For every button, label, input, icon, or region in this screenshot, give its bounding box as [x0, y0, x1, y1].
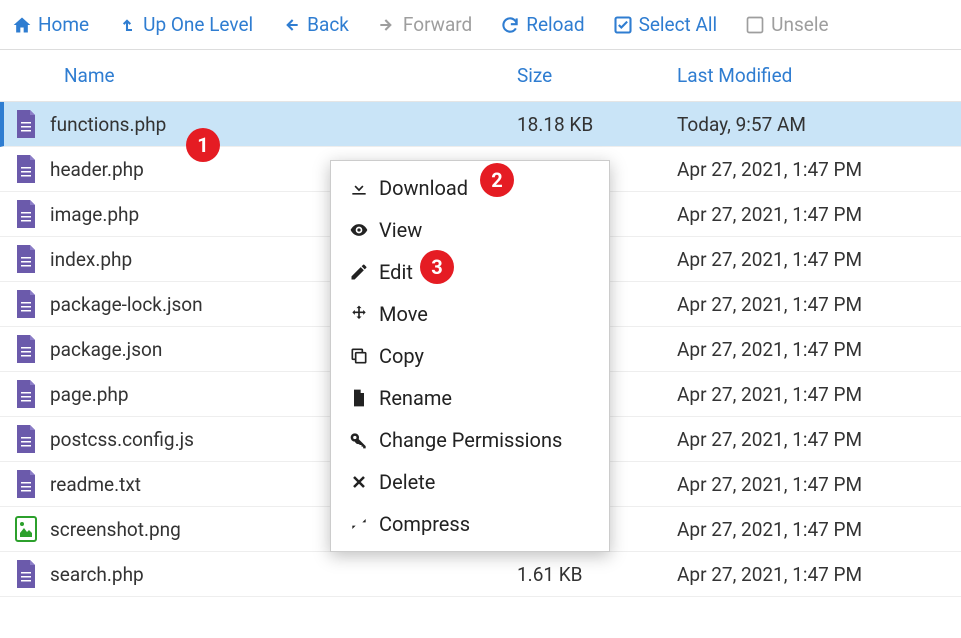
file-row[interactable]: functions.php18.18 KBToday, 9:57 AM [0, 102, 961, 147]
file-modified: Apr 27, 2021, 1:47 PM [677, 248, 947, 271]
context-move[interactable]: Move [331, 293, 609, 335]
column-headers: Name Size Last Modified [0, 50, 961, 102]
document-icon [14, 470, 38, 498]
file-modified: Apr 27, 2021, 1:47 PM [677, 338, 947, 361]
document-icon [14, 155, 38, 183]
file-icon-cell [14, 515, 50, 543]
column-modified[interactable]: Last Modified [677, 64, 947, 87]
download-icon [349, 178, 369, 198]
image-icon [14, 515, 38, 543]
file-icon-cell [14, 155, 50, 183]
context-copy-label: Copy [379, 344, 424, 368]
context-delete[interactable]: Delete [331, 461, 609, 503]
context-edit[interactable]: Edit [331, 251, 609, 293]
document-icon [14, 335, 38, 363]
compress-icon [349, 514, 369, 534]
back-arrow-icon [281, 15, 301, 35]
context-view[interactable]: View [331, 209, 609, 251]
file-modified: Apr 27, 2021, 1:47 PM [677, 518, 947, 541]
file-size: 1.61 KB [517, 563, 677, 586]
file-icon-cell [14, 245, 50, 273]
annotation-badge-2: 2 [480, 163, 514, 197]
unselect-icon [745, 15, 765, 35]
back-label: Back [307, 13, 349, 36]
context-download-label: Download [379, 176, 468, 200]
context-copy[interactable]: Copy [331, 335, 609, 377]
context-permissions-label: Change Permissions [379, 428, 562, 452]
unselect-label: Unsele [771, 13, 828, 36]
file-modified: Apr 27, 2021, 1:47 PM [677, 563, 947, 586]
reload-label: Reload [526, 13, 584, 36]
context-rename[interactable]: Rename [331, 377, 609, 419]
up-label: Up One Level [143, 13, 253, 36]
eye-icon [349, 220, 369, 240]
file-icon-cell [14, 560, 50, 588]
file-name: search.php [50, 563, 517, 586]
context-move-label: Move [379, 302, 428, 326]
context-edit-label: Edit [379, 260, 413, 284]
annotation-badge-1: 1 [186, 128, 220, 162]
home-button[interactable]: Home [12, 13, 89, 36]
select-all-button[interactable]: Select All [613, 13, 718, 36]
file-modified: Apr 27, 2021, 1:47 PM [677, 383, 947, 406]
file-modified: Apr 27, 2021, 1:47 PM [677, 158, 947, 181]
document-icon [14, 425, 38, 453]
move-icon [349, 304, 369, 324]
forward-arrow-icon [377, 15, 397, 35]
document-icon [14, 290, 38, 318]
reload-icon [500, 15, 520, 35]
file-row[interactable]: search.php1.61 KBApr 27, 2021, 1:47 PM [0, 552, 961, 597]
file-name: functions.php [50, 113, 517, 136]
file-icon-cell [14, 290, 50, 318]
toolbar: Home Up One Level Back Forward Reload Se… [0, 0, 961, 50]
unselect-button[interactable]: Unsele [745, 13, 828, 36]
column-name[interactable]: Name [64, 64, 517, 87]
home-icon [12, 15, 32, 35]
x-icon [349, 472, 369, 492]
context-download[interactable]: Download [331, 167, 609, 209]
document-icon [14, 110, 38, 138]
file-modified: Apr 27, 2021, 1:47 PM [677, 203, 947, 226]
context-rename-label: Rename [379, 386, 452, 410]
copy-icon [349, 346, 369, 366]
context-compress[interactable]: Compress [331, 503, 609, 545]
select-all-label: Select All [639, 13, 718, 36]
forward-button: Forward [377, 13, 472, 36]
context-delete-label: Delete [379, 470, 435, 494]
home-label: Home [38, 13, 89, 36]
key-icon [349, 430, 369, 450]
document-icon [14, 245, 38, 273]
file-modified: Apr 27, 2021, 1:47 PM [677, 473, 947, 496]
file-icon-cell [14, 200, 50, 228]
column-size[interactable]: Size [517, 64, 677, 87]
context-permissions[interactable]: Change Permissions [331, 419, 609, 461]
file-modified: Apr 27, 2021, 1:47 PM [677, 293, 947, 316]
pencil-icon [349, 262, 369, 282]
annotation-badge-3: 3 [420, 250, 454, 284]
document-icon [14, 380, 38, 408]
up-one-level-button[interactable]: Up One Level [117, 13, 253, 36]
context-view-label: View [379, 218, 422, 242]
reload-button[interactable]: Reload [500, 13, 584, 36]
up-arrow-icon [117, 15, 137, 35]
file-size: 18.18 KB [517, 113, 677, 136]
file-icon-cell [14, 425, 50, 453]
back-button[interactable]: Back [281, 13, 349, 36]
file-icon-cell [14, 380, 50, 408]
file-icon-cell [14, 110, 50, 138]
file-modified: Apr 27, 2021, 1:47 PM [677, 428, 947, 451]
context-menu: Download View Edit Move Copy Rename Chan… [330, 160, 610, 552]
file-icon [349, 388, 369, 408]
file-modified: Today, 9:57 AM [677, 113, 947, 136]
file-icon-cell [14, 470, 50, 498]
file-icon-cell [14, 335, 50, 363]
select-all-icon [613, 15, 633, 35]
document-icon [14, 200, 38, 228]
forward-label: Forward [403, 13, 472, 36]
context-compress-label: Compress [379, 512, 470, 536]
document-icon [14, 560, 38, 588]
